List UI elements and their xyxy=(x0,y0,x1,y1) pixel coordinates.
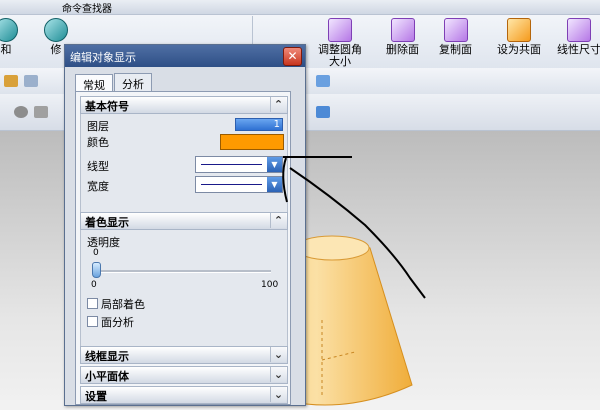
folder-icon[interactable] xyxy=(4,75,18,87)
ribbon-item-linear-dimension[interactable]: 线性尺寸 xyxy=(557,18,600,56)
edit-object-display-dialog: 编辑对象显示 ✕ 常规分析 基本符号 ⌃ 图层 1 颜色 线型 ▼ 宽度 ▼ xyxy=(64,44,306,406)
color-swatch[interactable] xyxy=(220,134,284,150)
close-icon: ✕ xyxy=(287,49,298,63)
slider-min-label: 0 xyxy=(91,280,97,290)
dialog-tabs: 常规 分析 xyxy=(75,73,153,95)
delete-face-icon xyxy=(390,18,415,42)
section-basic-body: 图层 1 颜色 线型 ▼ 宽度 ▼ xyxy=(80,114,288,226)
coplanar-icon xyxy=(507,18,531,42)
command-finder-label[interactable]: 命令查找器 xyxy=(62,0,112,15)
slider-max-label: 100 xyxy=(261,280,279,290)
width-line-preview xyxy=(201,184,262,185)
ribbon-item-unite[interactable]: 和 xyxy=(0,18,18,56)
dropdown-arrow-icon: ▼ xyxy=(267,177,282,192)
section-basic-header[interactable]: 基本符号 ⌃ xyxy=(80,96,288,114)
chevron-up-icon: ⌃ xyxy=(270,97,286,112)
chevron-down-icon: ⌄ xyxy=(270,347,286,362)
ribbon-item-resize-blend[interactable]: 调整圆角 大小 xyxy=(318,18,362,68)
transparency-value: 0 xyxy=(93,248,99,258)
local-shading-label: 局部着色 xyxy=(101,298,145,311)
linetype-dropdown[interactable]: ▼ xyxy=(195,156,283,173)
local-shading-checkbox[interactable] xyxy=(87,298,98,309)
view-cube-icon[interactable] xyxy=(316,75,330,87)
section-settings-header[interactable]: 设置 ⌄ xyxy=(80,386,288,404)
linear-dimension-icon xyxy=(567,18,591,42)
render-icon[interactable] xyxy=(14,106,28,118)
transparency-slider-thumb[interactable] xyxy=(92,262,101,278)
sphere-icon xyxy=(44,18,68,42)
width-dropdown[interactable]: ▼ xyxy=(195,176,283,193)
linetype-label: 线型 xyxy=(87,160,109,173)
chevron-up-icon: ⌃ xyxy=(270,213,286,228)
section-shading-header[interactable]: 着色显示 ⌃ xyxy=(80,212,288,230)
close-button[interactable]: ✕ xyxy=(283,47,302,66)
face-analysis-checkbox[interactable] xyxy=(87,316,98,327)
transparency-slider-track[interactable] xyxy=(95,270,271,273)
document-icon[interactable] xyxy=(24,75,38,87)
snap-icon[interactable] xyxy=(34,106,48,118)
quick-access-bar: 命令查找器 xyxy=(0,0,600,15)
round-corner-icon xyxy=(328,18,352,42)
section-shading-body: 透明度 0 0 100 局部着色 面分析 xyxy=(80,230,288,350)
width-label: 宽度 xyxy=(87,180,109,193)
ribbon-item-make-coplanar[interactable]: 设为共面 xyxy=(497,18,541,56)
layer-label: 图层 xyxy=(87,120,109,133)
ribbon-item-copy-face[interactable]: 复制面 xyxy=(439,18,472,56)
teal-sphere-icon xyxy=(0,18,18,42)
section-wireframe-header[interactable]: 线框显示 ⌄ xyxy=(80,346,288,364)
section-facets-header[interactable]: 小平面体 ⌄ xyxy=(80,366,288,384)
dialog-title: 编辑对象显示 xyxy=(70,51,136,64)
chevron-down-icon: ⌄ xyxy=(270,367,286,382)
copy-face-icon xyxy=(443,18,468,42)
ribbon-item-delete-face[interactable]: 删除面 xyxy=(386,18,419,56)
color-label: 颜色 xyxy=(87,136,109,149)
layer-input[interactable]: 1 xyxy=(235,118,283,131)
transparency-label: 透明度 xyxy=(87,236,120,249)
solid-line-preview xyxy=(201,164,262,165)
dropdown-arrow-icon: ▼ xyxy=(267,157,282,172)
dialog-titlebar[interactable]: 编辑对象显示 ✕ xyxy=(65,45,305,67)
face-analysis-label: 面分析 xyxy=(101,316,134,329)
dialog-body: 基本符号 ⌃ 图层 1 颜色 线型 ▼ 宽度 ▼ 着色显示 ⌃ 透明度 0 0 … xyxy=(75,91,291,405)
cube-icon[interactable] xyxy=(316,106,330,118)
